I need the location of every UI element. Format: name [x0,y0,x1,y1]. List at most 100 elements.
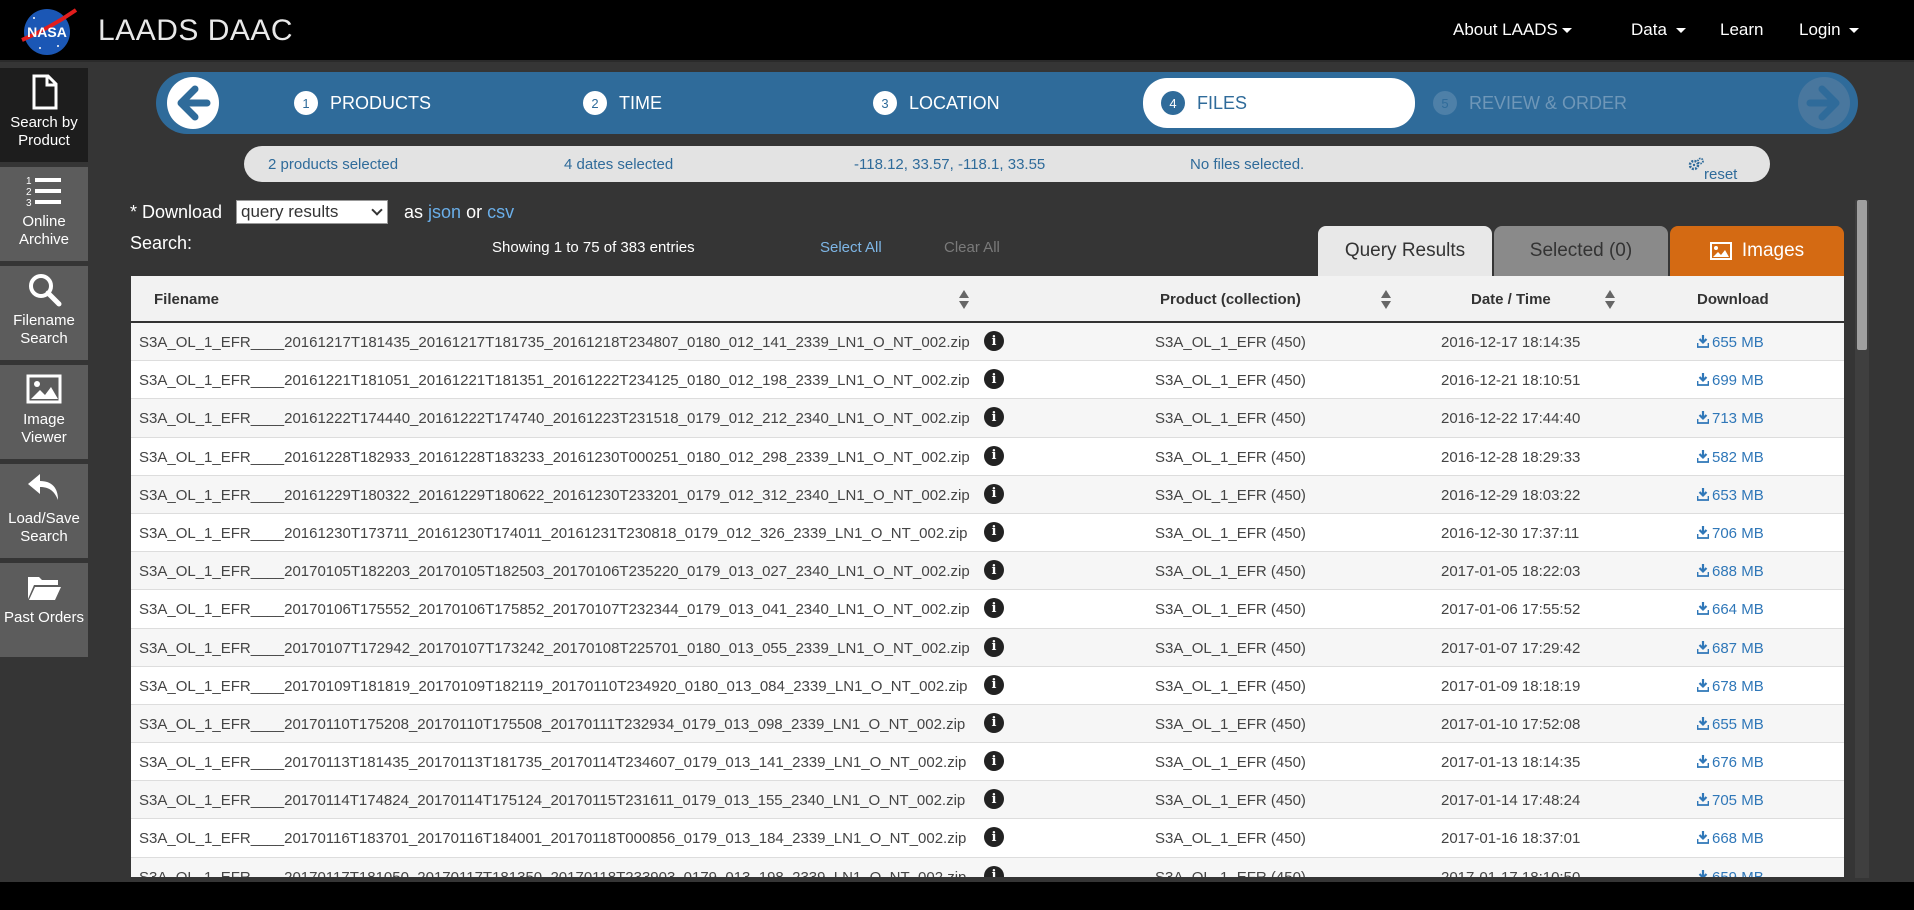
download-select[interactable]: query results [236,200,388,224]
row-filename[interactable]: S3A_OL_1_EFR____20170105T182203_20170105… [139,563,970,580]
download-link[interactable]: 688 MB [1697,563,1764,580]
row-filename[interactable]: S3A_OL_1_EFR____20170117T181050_20170117… [139,869,966,877]
nav-data[interactable]: Data [1631,20,1686,40]
row-filename[interactable]: S3A_OL_1_EFR____20161230T173711_20161230… [139,525,968,542]
table-row[interactable]: S3A_OL_1_EFR____20170107T172942_20170107… [131,628,1844,667]
download-link[interactable]: 705 MB [1697,792,1764,809]
csv-link[interactable]: csv [487,202,514,222]
step-time[interactable]: 2 TIME [583,84,662,122]
header-date[interactable]: Date / Time [1471,291,1551,308]
download-link[interactable]: 668 MB [1697,830,1764,847]
sidebar-item-search-by-product[interactable]: Search by Product [0,68,88,162]
info-icon[interactable]: i [984,827,1004,848]
sort-icon[interactable] [1381,290,1391,310]
info-icon[interactable]: i [984,560,1004,581]
row-filename[interactable]: S3A_OL_1_EFR____20170113T181435_20170113… [139,754,966,771]
row-filename[interactable]: S3A_OL_1_EFR____20170114T174824_20170114… [139,792,965,809]
clear-all-button[interactable]: Clear All [944,239,1000,256]
info-icon[interactable]: i [984,865,1004,877]
download-link[interactable]: 699 MB [1697,372,1764,389]
download-link[interactable]: 706 MB [1697,525,1764,542]
info-icon[interactable]: i [984,751,1004,772]
header-filename[interactable]: Filename [154,291,219,308]
next-button[interactable] [1798,77,1850,129]
table-row[interactable]: S3A_OL_1_EFR____20161230T173711_20161230… [131,514,1844,553]
sidebar-item-online-archive[interactable]: 123 Online Archive [0,167,88,261]
nav-login[interactable]: Login [1799,20,1860,40]
table-row[interactable]: S3A_OL_1_EFR____20161221T181051_20161221… [131,361,1844,400]
summary-dates[interactable]: 4 dates selected [564,156,673,173]
row-filename[interactable]: S3A_OL_1_EFR____20161228T182933_20161228… [139,449,970,466]
reset-button[interactable]: reset [1688,156,1737,183]
row-filename[interactable]: S3A_OL_1_EFR____20161229T180322_20161229… [139,487,970,504]
table-row[interactable]: S3A_OL_1_EFR____20161217T181435_20161217… [131,323,1844,362]
step-products[interactable]: 1 PRODUCTS [294,84,431,122]
table-row[interactable]: S3A_OL_1_EFR____20170106T175552_20170106… [131,590,1844,629]
download-link[interactable]: 653 MB [1697,487,1764,504]
step-review-order[interactable]: 5 REVIEW & ORDER [1433,84,1627,122]
row-filename[interactable]: S3A_OL_1_EFR____20170107T172942_20170107… [139,640,970,657]
row-filename[interactable]: S3A_OL_1_EFR____20161222T174440_20161222… [139,410,970,427]
download-link[interactable]: 655 MB [1697,716,1764,733]
info-icon[interactable]: i [984,521,1004,542]
tab-images[interactable]: Images [1670,226,1844,276]
info-icon[interactable]: i [984,445,1004,466]
row-filename[interactable]: S3A_OL_1_EFR____20161217T181435_20161217… [139,334,970,351]
download-link[interactable]: 582 MB [1697,449,1764,466]
back-button[interactable] [167,77,219,129]
table-row[interactable]: S3A_OL_1_EFR____20161228T182933_20161228… [131,438,1844,476]
step-location[interactable]: 3 LOCATION [873,84,1000,122]
header-product[interactable]: Product (collection) [1160,291,1301,308]
download-link[interactable]: 678 MB [1697,678,1764,695]
brand-title[interactable]: LAADS DAAC [98,14,293,48]
row-filename[interactable]: S3A_OL_1_EFR____20170116T183701_20170116… [139,830,966,847]
table-row[interactable]: S3A_OL_1_EFR____20170110T175208_20170110… [131,704,1844,744]
sort-icon[interactable] [959,290,969,310]
info-icon[interactable]: i [984,369,1004,390]
download-link[interactable]: 713 MB [1697,410,1764,427]
info-icon[interactable]: i [984,674,1004,695]
info-icon[interactable]: i [984,483,1004,504]
info-icon[interactable]: i [984,636,1004,657]
step-files[interactable]: 4 FILES [1143,78,1415,128]
info-icon[interactable]: i [984,598,1004,619]
summary-files[interactable]: No files selected. [1190,156,1304,173]
row-filename[interactable]: S3A_OL_1_EFR____20161221T181051_20161221… [139,372,970,389]
tab-selected[interactable]: Selected (0) [1494,226,1668,276]
sidebar-item-past-orders[interactable]: Past Orders [0,563,88,657]
download-link[interactable]: 664 MB [1697,601,1764,618]
sort-icon[interactable] [1605,290,1615,310]
table-row[interactable]: S3A_OL_1_EFR____20170105T182203_20170105… [131,552,1844,591]
download-link[interactable]: 676 MB [1697,754,1764,771]
table-row[interactable]: S3A_OL_1_EFR____20170116T183701_20170116… [131,819,1844,858]
summary-location[interactable]: -118.12, 33.57, -118.1, 33.55 [854,156,1045,173]
row-filename[interactable]: S3A_OL_1_EFR____20170106T175552_20170106… [139,601,970,618]
info-icon[interactable]: i [984,712,1004,733]
sidebar-item-load-save-search[interactable]: Load/Save Search [0,464,88,558]
table-row[interactable]: S3A_OL_1_EFR____20170113T181435_20170113… [131,743,1844,782]
nav-about[interactable]: About LAADS [1453,20,1572,40]
download-link[interactable]: 687 MB [1697,640,1764,657]
table-row[interactable]: S3A_OL_1_EFR____20170114T174824_20170114… [131,781,1844,820]
row-filename[interactable]: S3A_OL_1_EFR____20170110T175208_20170110… [139,716,965,733]
summary-products[interactable]: 2 products selected [268,156,398,173]
select-all-button[interactable]: Select All [820,239,882,256]
info-icon[interactable]: i [984,331,1004,351]
table-row[interactable]: S3A_OL_1_EFR____20161229T180322_20161229… [131,475,1844,514]
sidebar-item-filename-search[interactable]: Filename Search [0,266,88,360]
info-icon[interactable]: i [984,789,1004,810]
json-link[interactable]: json [428,202,461,222]
sidebar-item-image-viewer[interactable]: Image Viewer [0,365,88,459]
download-link[interactable]: 659 MB [1697,869,1764,877]
table-row[interactable]: S3A_OL_1_EFR____20170117T181050_20170117… [131,857,1844,877]
nav-learn[interactable]: Learn [1720,20,1763,40]
scrollbar-thumb[interactable] [1857,200,1867,350]
table-row[interactable]: S3A_OL_1_EFR____20161222T174440_20161222… [131,399,1844,438]
info-icon[interactable]: i [984,407,1004,428]
scrollbar[interactable] [1855,200,1869,878]
nasa-logo[interactable]: NASA [20,6,78,56]
download-link[interactable]: 655 MB [1697,334,1764,351]
table-row[interactable]: S3A_OL_1_EFR____20170109T181819_20170109… [131,667,1844,705]
tab-query-results[interactable]: Query Results [1318,226,1492,276]
row-filename[interactable]: S3A_OL_1_EFR____20170109T181819_20170109… [139,678,968,695]
